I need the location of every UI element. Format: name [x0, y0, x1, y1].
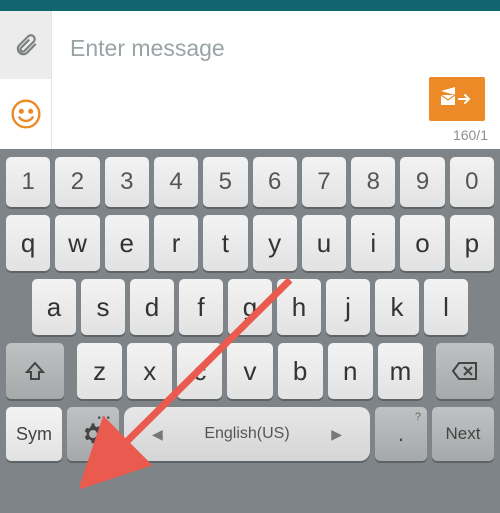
- key-r[interactable]: r: [154, 215, 198, 271]
- keyboard: 1 2 3 4 5 6 7 8 9 0 q w e r t y u i o p …: [0, 149, 500, 513]
- smiley-icon: [10, 98, 42, 130]
- key-6[interactable]: 6: [253, 157, 297, 207]
- compose-area: Enter message 160/1: [0, 11, 500, 149]
- message-input[interactable]: Enter message: [52, 11, 424, 149]
- chevron-right-icon: ▶: [331, 426, 342, 443]
- key-row-z-inner: z x c v b n m: [69, 343, 431, 399]
- send-icon: [439, 85, 475, 113]
- key-f[interactable]: f: [179, 279, 223, 335]
- key-8[interactable]: 8: [351, 157, 395, 207]
- key-row-numbers: 1 2 3 4 5 6 7 8 9 0: [6, 157, 494, 207]
- period-label: .: [398, 421, 404, 447]
- backspace-icon: [451, 360, 479, 382]
- key-sym[interactable]: Sym: [6, 407, 62, 461]
- key-0[interactable]: 0: [450, 157, 494, 207]
- key-n[interactable]: n: [328, 343, 373, 399]
- emoji-button[interactable]: [0, 79, 51, 149]
- char-counter: 160/1: [453, 127, 490, 143]
- key-shift[interactable]: [6, 343, 64, 399]
- key-space[interactable]: ◀ English(US) ▶: [124, 407, 370, 461]
- status-bar: [0, 0, 500, 11]
- key-row-a: a s d f g h j k l: [6, 279, 494, 335]
- key-s[interactable]: s: [81, 279, 125, 335]
- key-row-q: q w e r t y u i o p: [6, 215, 494, 271]
- key-1[interactable]: 1: [6, 157, 50, 207]
- key-row-bottom: Sym ••• ◀ English(US) ▶ ? . Next: [6, 407, 494, 461]
- key-b[interactable]: b: [278, 343, 323, 399]
- key-4[interactable]: 4: [154, 157, 198, 207]
- key-j[interactable]: j: [326, 279, 370, 335]
- key-7[interactable]: 7: [302, 157, 346, 207]
- key-v[interactable]: v: [227, 343, 272, 399]
- more-dots-icon: •••: [97, 413, 111, 424]
- message-placeholder: Enter message: [70, 35, 406, 62]
- key-period[interactable]: ? .: [375, 407, 427, 461]
- key-q[interactable]: q: [6, 215, 50, 271]
- key-w[interactable]: w: [55, 215, 99, 271]
- key-2[interactable]: 2: [55, 157, 99, 207]
- key-9[interactable]: 9: [400, 157, 444, 207]
- key-l[interactable]: l: [424, 279, 468, 335]
- compose-sidebar: [0, 11, 52, 149]
- key-settings[interactable]: •••: [67, 407, 119, 461]
- period-super: ?: [415, 411, 421, 423]
- key-i[interactable]: i: [351, 215, 395, 271]
- key-5[interactable]: 5: [203, 157, 247, 207]
- gear-icon: [81, 422, 105, 446]
- key-z[interactable]: z: [77, 343, 122, 399]
- chevron-left-icon: ◀: [152, 426, 163, 443]
- attach-button[interactable]: [0, 11, 51, 79]
- key-a[interactable]: a: [32, 279, 76, 335]
- key-m[interactable]: m: [378, 343, 423, 399]
- key-backspace[interactable]: [436, 343, 494, 399]
- shift-icon: [23, 359, 47, 383]
- key-o[interactable]: o: [400, 215, 444, 271]
- key-p[interactable]: p: [450, 215, 494, 271]
- key-h[interactable]: h: [277, 279, 321, 335]
- key-k[interactable]: k: [375, 279, 419, 335]
- key-x[interactable]: x: [127, 343, 172, 399]
- key-row-z: z x c v b n m: [6, 343, 494, 399]
- key-e[interactable]: e: [105, 215, 149, 271]
- key-t[interactable]: t: [203, 215, 247, 271]
- compose-right: 160/1: [424, 11, 500, 149]
- key-y[interactable]: y: [253, 215, 297, 271]
- key-next[interactable]: Next: [432, 407, 494, 461]
- paperclip-icon: [13, 32, 39, 58]
- key-3[interactable]: 3: [105, 157, 149, 207]
- key-g[interactable]: g: [228, 279, 272, 335]
- key-u[interactable]: u: [302, 215, 346, 271]
- key-c[interactable]: c: [177, 343, 222, 399]
- send-button[interactable]: [429, 77, 485, 121]
- key-d[interactable]: d: [130, 279, 174, 335]
- space-label: English(US): [204, 425, 289, 443]
